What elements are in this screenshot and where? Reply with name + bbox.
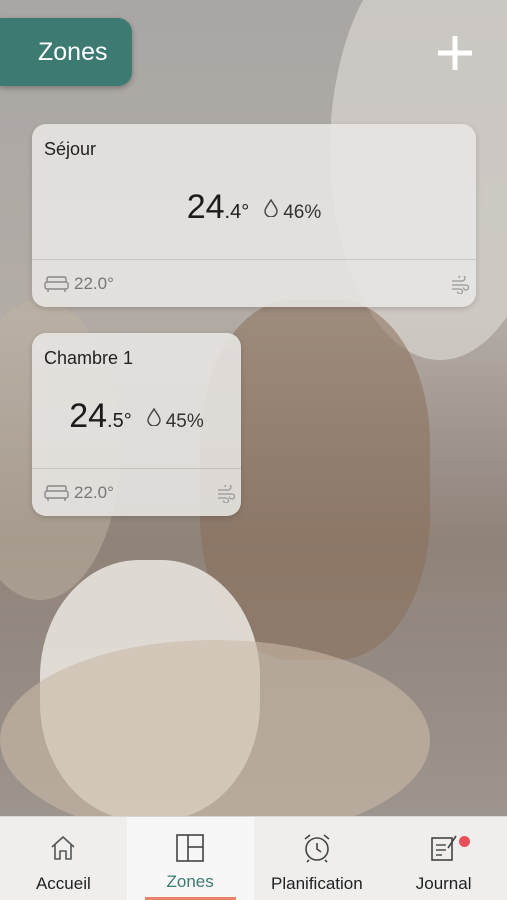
humidity-drop-icon <box>147 407 161 426</box>
zones-header-tab: Zones <box>0 18 132 86</box>
temperature-integer: 24 <box>69 397 108 435</box>
nav-item-planification[interactable]: Planification <box>253 816 381 900</box>
sofa-icon <box>44 485 69 501</box>
fan-wind-icon <box>452 276 470 294</box>
page-title: Zones <box>38 37 108 66</box>
temperature-decimal: .4° <box>224 201 250 223</box>
plus-icon <box>438 36 472 70</box>
zone-name: Séjour <box>44 139 97 159</box>
zone-card-sejour[interactable]: Séjour 24 .4° 46% 22.0° <box>32 124 476 307</box>
nav-item-journal[interactable]: Journal <box>380 816 507 900</box>
nav-label: Zones <box>166 872 214 891</box>
setpoint: 22.0° <box>44 274 114 294</box>
humidity-drop-icon <box>264 198 278 217</box>
zones-grid-icon <box>176 834 204 862</box>
notification-badge <box>459 836 471 847</box>
humidity-value: 45% <box>165 411 204 432</box>
temperature-decimal: .5° <box>107 410 132 432</box>
nav-item-zones[interactable]: Zones <box>126 816 254 900</box>
humidity-value: 46% <box>283 202 322 223</box>
journal-edit-icon <box>430 835 457 861</box>
nav-label: Journal <box>415 874 472 893</box>
zone-reading: 24 .5° 45% <box>32 397 241 436</box>
add-zone-button[interactable] <box>432 30 478 76</box>
zone-name: Chambre 1 <box>44 348 134 368</box>
sofa-icon <box>44 276 69 292</box>
nav-label: Planification <box>271 874 363 893</box>
alarm-clock-icon <box>304 834 330 863</box>
home-icon <box>51 836 75 860</box>
nav-item-accueil[interactable]: Accueil <box>0 816 127 900</box>
nav-label: Accueil <box>35 874 91 893</box>
card-divider <box>32 259 476 260</box>
bottom-navigation: Accueil Zones Planification Journal <box>0 816 507 900</box>
setpoint-value: 22.0° <box>74 274 114 293</box>
setpoint-value: 22.0° <box>74 483 114 502</box>
temperature-integer: 24 <box>186 188 225 226</box>
card-divider <box>32 468 241 469</box>
fan-wind-icon <box>218 485 236 503</box>
zone-reading: 24 .4° 46% <box>32 188 476 227</box>
setpoint: 22.0° <box>44 483 114 503</box>
zone-card-chambre-1[interactable]: Chambre 1 24 .5° 45% 22.0° <box>32 333 241 516</box>
